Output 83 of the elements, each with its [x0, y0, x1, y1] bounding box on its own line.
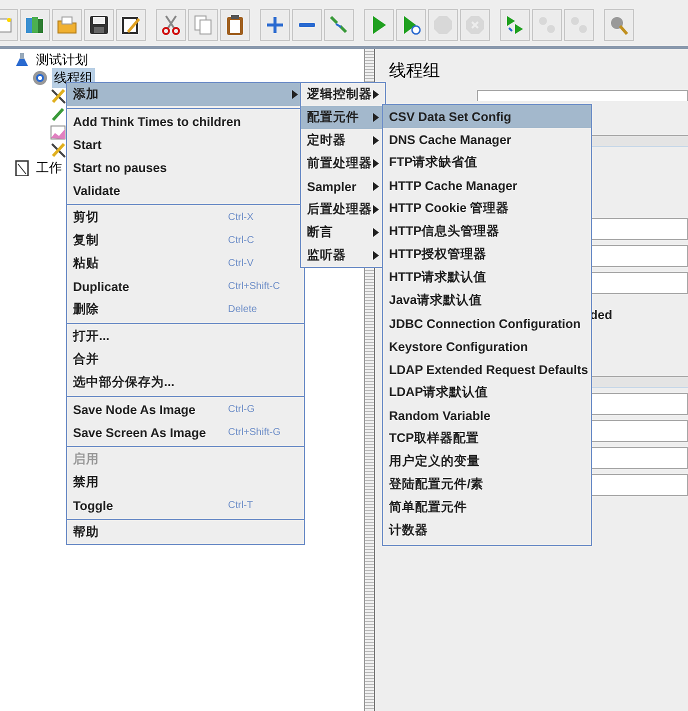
- menu-item[interactable]: HTTP信息头管理器: [383, 220, 591, 243]
- pipette-icon: [50, 106, 66, 122]
- menu-item[interactable]: 选中部分保存为...: [67, 371, 304, 394]
- toolbar-button[interactable]: [220, 9, 250, 41]
- menu-item[interactable]: CSV Data Set Config: [383, 105, 591, 128]
- menu-item[interactable]: 定时器: [301, 129, 385, 152]
- menu-item[interactable]: Toggle Ctrl-T: [67, 494, 304, 517]
- menu-item[interactable]: 断言: [301, 221, 385, 244]
- menu-item[interactable]: LDAP Extended Request Defaults: [383, 358, 591, 381]
- shortcut-text: Ctrl+Shift-C: [228, 281, 281, 292]
- menu-item[interactable]: HTTP Cookie 管理器: [383, 197, 591, 220]
- notepad-pencil-icon: [120, 14, 142, 36]
- menu-item[interactable]: Validate: [67, 179, 304, 202]
- flask-icon: [14, 52, 30, 68]
- menu-item[interactable]: DNS Cache Manager: [383, 128, 591, 151]
- menu-item[interactable]: Add Think Times to children: [67, 110, 304, 133]
- shortcut-text: Ctrl-V: [228, 258, 255, 269]
- menu-item[interactable]: 删除 Delete: [67, 298, 304, 321]
- name-field[interactable]: [477, 90, 688, 101]
- menu-item[interactable]: 计数器: [383, 519, 591, 542]
- menu-item[interactable]: 打开...: [67, 325, 304, 348]
- menu-item[interactable]: Save Screen As Image Ctrl+Shift-G: [67, 421, 304, 444]
- input-field[interactable]: [591, 474, 688, 496]
- menu-item[interactable]: 用户定义的变量: [383, 450, 591, 473]
- menu-item[interactable]: 帮助: [67, 521, 304, 544]
- menu-item[interactable]: HTTP Cache Manager: [383, 174, 591, 197]
- notepad-icon: [14, 160, 30, 176]
- shortcut-text: Ctrl-T: [228, 500, 254, 511]
- shortcut-text: Ctrl+Shift-G: [228, 427, 282, 438]
- menu-item[interactable]: 禁用: [67, 471, 304, 494]
- menu-item[interactable]: 剪切 Ctrl-X: [67, 206, 304, 229]
- menu-item[interactable]: LDAP请求默认值: [383, 381, 591, 404]
- toolbar-button[interactable]: [84, 9, 114, 41]
- panel-title: 线程组: [389, 60, 441, 82]
- menu-item[interactable]: HTTP授权管理器: [383, 243, 591, 266]
- tree-item[interactable]: 工作: [34, 158, 64, 178]
- save-icon: [88, 14, 110, 36]
- menu-item[interactable]: 合并: [67, 348, 304, 371]
- folder-icon: [56, 14, 78, 36]
- menu-item[interactable]: HTTP请求默认值: [383, 266, 591, 289]
- menu-item[interactable]: Save Node As Image Ctrl-G: [67, 398, 304, 421]
- input-field[interactable]: [591, 245, 688, 267]
- menu-item[interactable]: TCP取样器配置: [383, 427, 591, 450]
- tools-icon: [50, 142, 66, 158]
- menu-item[interactable]: 粘贴 Ctrl-V: [67, 252, 304, 275]
- menu-item[interactable]: Keystore Configuration: [383, 335, 591, 358]
- shortcut-text: Ctrl-X: [228, 212, 255, 223]
- minus-icon: [299, 23, 315, 27]
- chart-icon: [50, 124, 66, 140]
- input-field[interactable]: [591, 420, 688, 442]
- books-icon: [24, 14, 46, 36]
- menu-item[interactable]: 监听器: [301, 244, 385, 267]
- shortcut-text: Delete: [228, 304, 258, 315]
- menu-item[interactable]: 后置处理器: [301, 198, 385, 221]
- copy-icon: [192, 14, 214, 36]
- menu-item[interactable]: 简单配置元件: [383, 496, 591, 519]
- input-field[interactable]: [591, 393, 688, 415]
- input-field[interactable]: [591, 447, 688, 469]
- scissors-icon: [160, 14, 182, 36]
- menu-item[interactable]: 配置元件: [301, 106, 385, 129]
- tools-icon: [50, 88, 66, 104]
- menu-item[interactable]: Random Variable: [383, 404, 591, 427]
- menu-item[interactable]: 登陆配置元件/素: [383, 473, 591, 496]
- shortcut-text: Ctrl-C: [228, 235, 256, 246]
- menu-item[interactable]: 复制 Ctrl-C: [67, 229, 304, 252]
- menu-item[interactable]: Java请求默认值: [383, 289, 591, 312]
- menu-item[interactable]: Start: [67, 133, 304, 156]
- menu-item[interactable]: Start no pauses: [67, 156, 304, 179]
- input-field[interactable]: [591, 272, 688, 294]
- pipettes-icon: [328, 14, 350, 36]
- menu-item[interactable]: JDBC Connection Configuration: [383, 312, 591, 335]
- menu-item[interactable]: 前置处理器: [301, 152, 385, 175]
- shortcut-text: Ctrl-G: [228, 404, 256, 415]
- toolbar-button[interactable]: [116, 9, 146, 41]
- clipboard-icon: [224, 14, 246, 36]
- menu-item[interactable]: FTP请求缺省值: [383, 151, 591, 174]
- gear-icon: [32, 70, 48, 86]
- menu-item[interactable]: Sampler: [301, 175, 385, 198]
- tree-item[interactable]: 测试计划: [34, 50, 90, 70]
- menu-item[interactable]: Duplicate Ctrl+Shift-C: [67, 275, 304, 298]
- plus-icon: [264, 14, 286, 36]
- menu-item[interactable]: 逻辑控制器: [301, 83, 385, 106]
- input-field[interactable]: [591, 218, 688, 240]
